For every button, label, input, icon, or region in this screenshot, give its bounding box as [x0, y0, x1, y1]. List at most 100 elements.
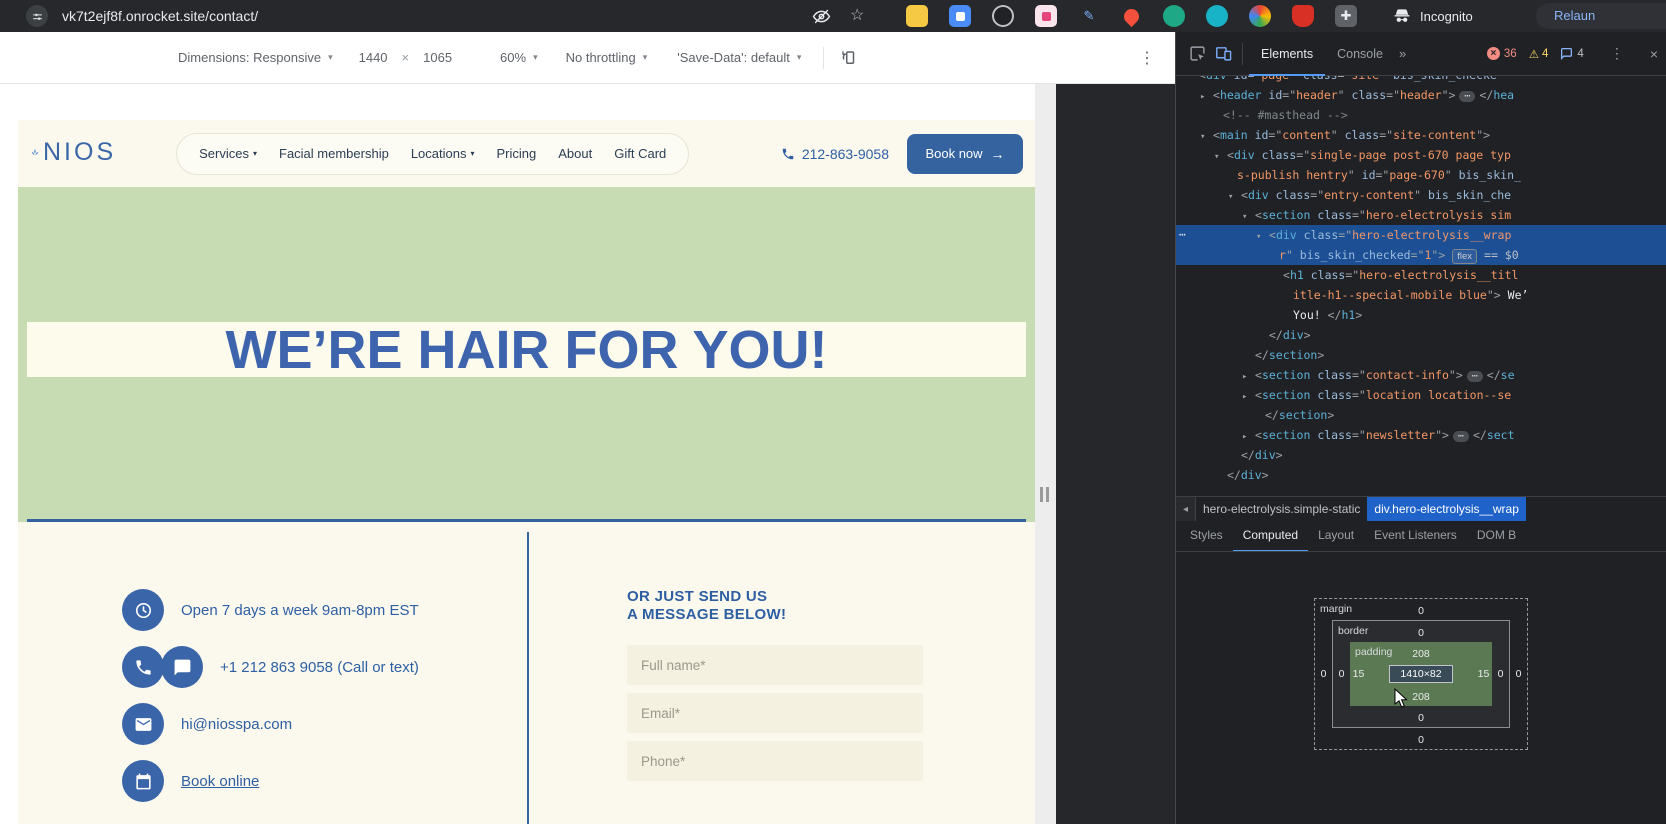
more-tabs-icon[interactable]: »	[1399, 46, 1406, 61]
twisty-icon[interactable]: ▾	[1256, 227, 1269, 247]
inline-expand-button[interactable]: ⋯	[1459, 91, 1475, 102]
input-phone[interactable]	[627, 741, 923, 781]
twisty-icon[interactable]: ▸	[1242, 427, 1255, 447]
device-toolbar-menu-icon[interactable]: ⋮	[1139, 48, 1155, 68]
dom-tree-line[interactable]: s-publish hentry" id="page-670" bis_skin…	[1176, 165, 1666, 185]
page-scrollbar[interactable]	[1035, 84, 1056, 824]
dom-tree-line[interactable]: </section>	[1176, 405, 1666, 425]
nav-item-gift-card[interactable]: Gift Card	[614, 146, 666, 161]
dom-tree-line[interactable]: </div>	[1176, 445, 1666, 465]
issues-badge[interactable]: 4	[1560, 47, 1583, 60]
tab-dom-breakpoints[interactable]: DOM B	[1467, 521, 1526, 552]
nav-item-facial-membership[interactable]: Facial membership	[279, 146, 389, 161]
inline-expand-button[interactable]: ⋯	[1467, 371, 1483, 382]
twisty-icon[interactable]: ▸	[1242, 387, 1255, 407]
tab-layout[interactable]: Layout	[1308, 521, 1364, 552]
dom-tree-line[interactable]: ▸<section class="location location--se	[1176, 385, 1666, 405]
dom-tree-line[interactable]: <!-- #masthead -->	[1176, 105, 1666, 125]
dom-tree-line[interactable]: ▸<header id="header" class="header">⋯</h…	[1176, 85, 1666, 105]
nav-item-pricing[interactable]: Pricing	[497, 146, 537, 161]
rotate-viewport-icon[interactable]	[840, 49, 858, 67]
twisty-icon[interactable]: ▾	[1214, 147, 1227, 167]
zoom-select[interactable]: 60% ▾	[500, 50, 538, 65]
book-online-link[interactable]: Book online	[181, 773, 259, 790]
resize-handle[interactable]	[1040, 487, 1049, 502]
dom-tree-line[interactable]: <div id="page" class="site" bis_skin_che…	[1176, 76, 1666, 85]
calendar-icon[interactable]	[122, 760, 164, 802]
bookmark-star-icon[interactable]: ☆	[850, 0, 864, 32]
extension-icon-red-shield[interactable]	[1292, 5, 1314, 27]
extension-icon-green-wave[interactable]	[1163, 5, 1185, 27]
input-email[interactable]	[627, 693, 923, 733]
warning-badge[interactable]: ⚠4	[1529, 47, 1549, 61]
email-icon[interactable]	[122, 703, 164, 745]
extension-icon-blue-pen[interactable]: ✎	[1078, 5, 1100, 27]
device-toolbar-toggle-icon[interactable]	[1210, 41, 1236, 67]
dom-tree-line[interactable]: <h1 class="hero-electrolysis__titl	[1176, 265, 1666, 285]
eye-off-icon[interactable]	[812, 7, 831, 26]
inspect-icon[interactable]	[1184, 41, 1210, 67]
extension-icon-flame[interactable]	[1121, 5, 1142, 26]
tab-computed[interactable]: Computed	[1233, 521, 1308, 552]
dom-tree-line[interactable]: ▾<section class="hero-electrolysis sim	[1176, 205, 1666, 225]
dom-tree-line[interactable]: </section>	[1176, 345, 1666, 365]
dom-tree-line[interactable]: </div>	[1176, 325, 1666, 345]
box-model-padding[interactable]: padding208 15 1410×82 15 208	[1350, 642, 1492, 706]
twisty-icon[interactable]: ▸	[1242, 367, 1255, 387]
browser-profile-icon[interactable]	[26, 5, 48, 27]
viewport-height-field[interactable]: 1065	[423, 50, 452, 65]
phone-text[interactable]: +1 212 863 9058 (Call or text)	[220, 659, 419, 676]
tab-elements[interactable]: Elements	[1249, 32, 1325, 76]
twisty-icon[interactable]: ▾	[1242, 207, 1255, 227]
tab-event-listeners[interactable]: Event Listeners	[1364, 521, 1467, 552]
url-bar[interactable]: vk7t2ejf8f.onrocket.site/contact/	[62, 0, 258, 32]
twisty-icon[interactable]: ▾	[1228, 187, 1241, 207]
box-model-margin[interactable]: margin0 0 border0 0 padding208 15 1410×8…	[1314, 598, 1528, 750]
nav-item-locations[interactable]: Locations▾	[411, 146, 475, 161]
twisty-icon[interactable]: ▾	[1200, 127, 1213, 147]
dom-tree-line[interactable]: ▸<section class="contact-info">⋯</se	[1176, 365, 1666, 385]
breadcrumb-item[interactable]: hero-electrolysis.simple-static	[1196, 497, 1367, 522]
dom-tree-line[interactable]: ▾<div class="single-page post-670 page t…	[1176, 145, 1666, 165]
header-phone-link[interactable]: 212-863-9058	[781, 146, 889, 162]
extension-icon-lighthouse[interactable]	[1249, 5, 1271, 27]
error-badge[interactable]: ×36	[1487, 47, 1517, 60]
dom-tree-line[interactable]: r" bis_skin_checked="1">flex== $0	[1176, 245, 1666, 265]
node-menu-icon[interactable]: ⋯	[1179, 225, 1187, 245]
viewport-width-field[interactable]: 1440	[359, 50, 388, 65]
phone-icon[interactable]	[122, 646, 164, 688]
extension-icon-recorder[interactable]	[992, 5, 1014, 27]
extension-icon-blue-grid[interactable]	[949, 5, 971, 27]
breadcrumb-back-icon[interactable]: ◂	[1176, 497, 1196, 522]
extension-icon-pink-note[interactable]	[1035, 5, 1057, 27]
dom-tree-line[interactable]: ▾<div class="entry-content" bis_skin_che	[1176, 185, 1666, 205]
input-full-name[interactable]	[627, 645, 923, 685]
dom-tree-line[interactable]: ▸<section class="newsletter">⋯</sect	[1176, 425, 1666, 445]
dimensions-select[interactable]: Dimensions: Responsive ▾	[178, 50, 333, 65]
dom-tree-line[interactable]: ⋯▾<div class="hero-electrolysis__wrap	[1176, 225, 1666, 245]
book-now-button[interactable]: Book now →	[907, 134, 1023, 174]
dom-tree-line[interactable]: You! </h1>	[1176, 305, 1666, 325]
tab-console[interactable]: Console	[1325, 32, 1395, 76]
devtools-close-icon[interactable]: ×	[1650, 46, 1658, 62]
email-text[interactable]: hi@niosspa.com	[181, 716, 292, 733]
nav-item-services[interactable]: Services▾	[199, 146, 257, 161]
extension-icon-puzzle[interactable]: ✚	[1335, 5, 1357, 27]
flex-badge[interactable]: flex	[1452, 249, 1477, 264]
dom-tree-line[interactable]: ▾<main id="content" class="site-content"…	[1176, 125, 1666, 145]
site-logo[interactable]: NIOS	[28, 138, 116, 169]
tab-styles[interactable]: Styles	[1180, 521, 1233, 552]
dom-tree-line[interactable]: </div>	[1176, 465, 1666, 485]
chat-icon[interactable]	[161, 646, 203, 688]
devtools-menu-icon[interactable]: ⋮	[1610, 45, 1624, 62]
throttling-select[interactable]: No throttling ▾	[566, 50, 648, 65]
extension-icon-teal-dot[interactable]	[1206, 5, 1228, 27]
relaunch-button[interactable]: Relaun	[1536, 3, 1666, 29]
box-model-border[interactable]: border0 0 padding208 15 1410×82 15 208	[1332, 620, 1510, 728]
breadcrumb-item-selected[interactable]: div.hero-electrolysis__wrap	[1367, 497, 1526, 522]
twisty-icon[interactable]: ▸	[1200, 87, 1213, 107]
save-data-select[interactable]: 'Save-Data': default ▾	[677, 50, 801, 65]
extension-icon-yellow-square[interactable]	[906, 5, 928, 27]
nav-item-about[interactable]: About	[558, 146, 592, 161]
box-model-content[interactable]: 1410×82	[1389, 665, 1452, 683]
